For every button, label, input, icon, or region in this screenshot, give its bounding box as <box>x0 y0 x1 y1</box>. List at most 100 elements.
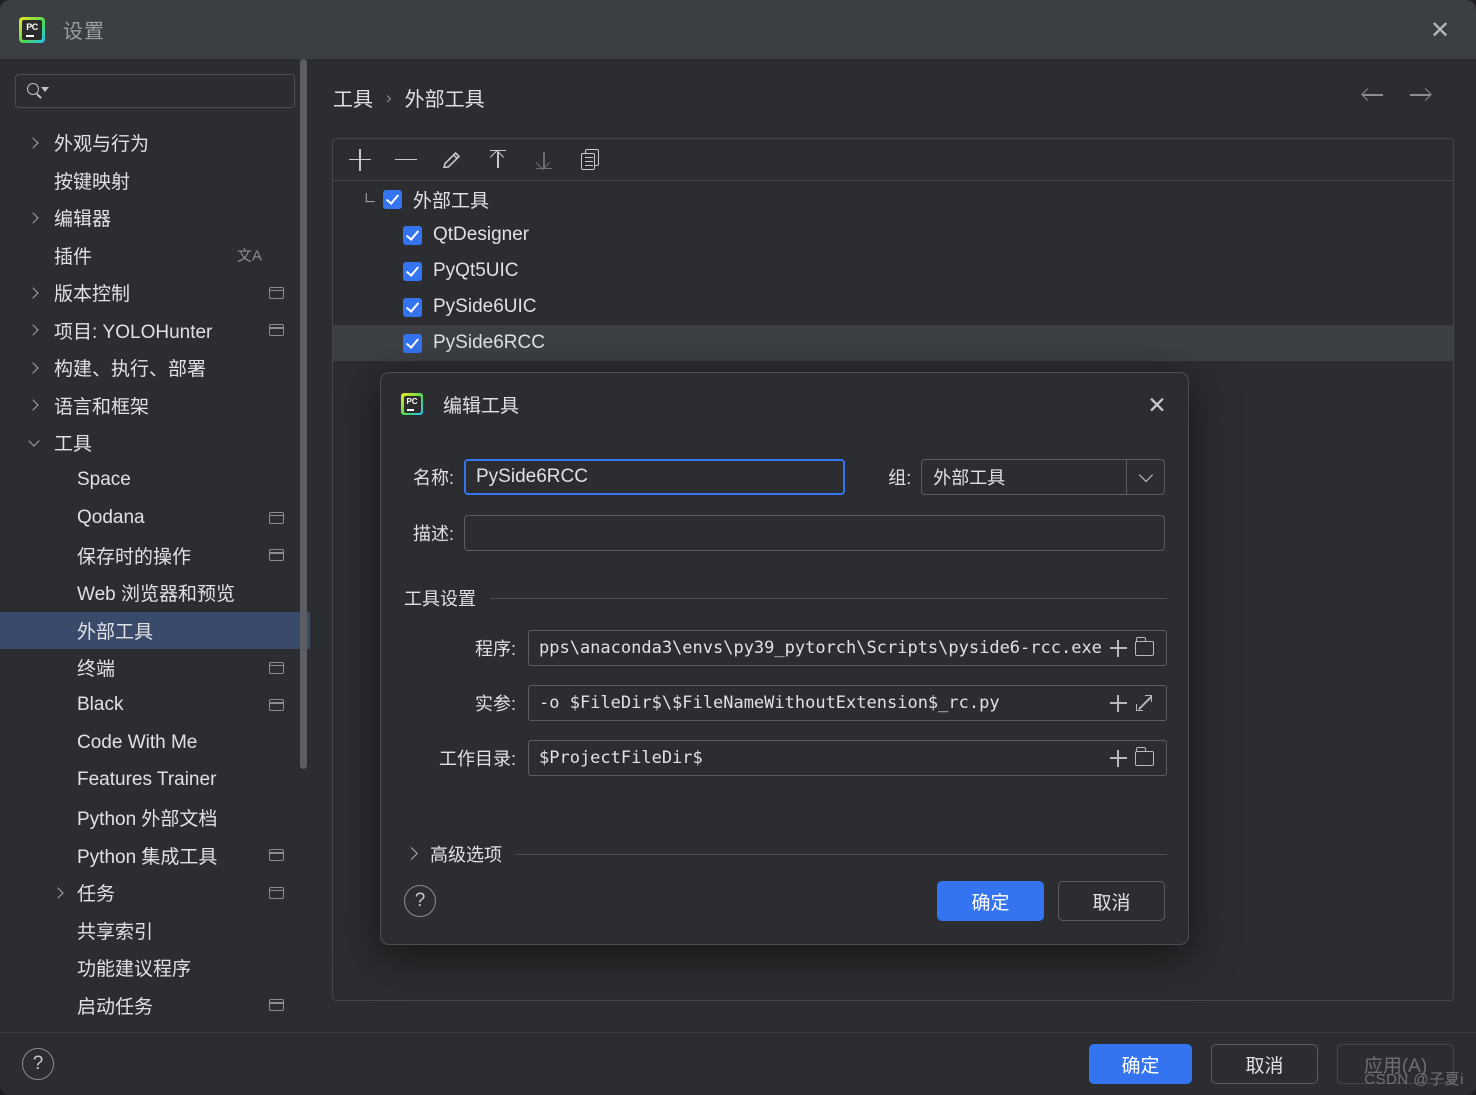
sidebar-item-13[interactable]: 外部工具 <box>0 611 310 649</box>
plus-icon <box>1109 694 1127 712</box>
tool-row-label: PySide6RCC <box>433 332 545 353</box>
help-icon[interactable]: ? <box>22 1048 54 1080</box>
project-scope-icon <box>269 849 284 862</box>
chevron-right-icon[interactable] <box>27 136 41 150</box>
dialog-ok-button[interactable]: 确定 <box>937 881 1044 921</box>
checkbox[interactable] <box>383 189 402 209</box>
sidebar-item-22[interactable]: 功能建议程序 <box>0 949 310 987</box>
chevron-right-icon[interactable] <box>27 323 41 337</box>
dialog-cancel-button[interactable]: 取消 <box>1058 881 1165 921</box>
chevron-right-icon[interactable] <box>27 398 41 412</box>
sidebar-item-7[interactable]: 语言和框架 <box>0 387 310 425</box>
sidebar-item-15[interactable]: Black <box>0 687 310 725</box>
tool-row-label: PyQt5UIC <box>433 260 519 281</box>
sidebar-item-3[interactable]: 插件 文A <box>0 237 310 275</box>
checkbox[interactable] <box>403 225 422 245</box>
project-scope-icon <box>269 661 284 674</box>
sidebar-item-20[interactable]: 任务 <box>0 874 310 912</box>
sidebar-item-4[interactable]: 版本控制 <box>0 274 310 312</box>
sidebar-item-9[interactable]: Space <box>0 462 310 500</box>
copy-icon <box>580 148 600 171</box>
sidebar-item-21[interactable]: 共享索引 <box>0 912 310 950</box>
close-icon[interactable]: ✕ <box>1143 391 1171 419</box>
sidebar-item-2[interactable]: 编辑器 <box>0 199 310 237</box>
program-field[interactable]: pps\anaconda3\envs\py39_pytorch\Scripts\… <box>528 630 1167 666</box>
project-scope-icon <box>269 286 284 299</box>
arrow-left-icon[interactable] <box>1361 84 1384 106</box>
sidebar-item-18[interactable]: Python 外部文档 <box>0 799 310 837</box>
copy-button[interactable] <box>575 145 605 175</box>
tools-tree: 外部工具 QtDesigner PyQt5UIC PySide6UIC PySide6R… <box>333 181 1453 361</box>
watermark: CSDN @子夏i <box>1364 1071 1464 1088</box>
pycharm-icon: PC <box>401 393 423 415</box>
sidebar-item-1[interactable]: 按键映射 <box>0 162 310 200</box>
sidebar-item-17[interactable]: Features Trainer <box>0 762 310 800</box>
workdir-field[interactable]: $ProjectFileDir$ <box>528 740 1167 776</box>
chevron-down-icon[interactable] <box>1126 460 1164 494</box>
insert-macro-button[interactable] <box>1105 690 1131 716</box>
tool-settings-label: 工具设置 <box>404 589 476 609</box>
sidebar-item-23[interactable]: 启动任务 <box>0 987 310 1025</box>
description-label: 描述: <box>412 524 454 544</box>
sidebar-item-5[interactable]: 项目: YOLOHunter <box>0 312 310 350</box>
chevron-right-icon[interactable] <box>27 361 41 375</box>
edit-tool-dialog: PC 编辑工具 ✕ 名称: 组: 外部工具 描述: 工具设置 程序: <box>380 372 1189 945</box>
tool-row-2[interactable]: PyQt5UIC <box>333 253 1453 289</box>
expand-editor-button[interactable] <box>1131 690 1157 716</box>
insert-macro-button[interactable] <box>1105 635 1131 661</box>
chevron-right-icon[interactable] <box>27 211 41 225</box>
checkbox[interactable] <box>403 297 422 317</box>
browse-folder-button[interactable] <box>1131 635 1157 661</box>
arrow-right-icon[interactable] <box>1409 84 1432 106</box>
checkbox[interactable] <box>403 333 422 353</box>
sidebar-item-11[interactable]: 保存时的操作 <box>0 537 310 575</box>
workdir-value: $ProjectFileDir$ <box>539 748 703 768</box>
chevron-down-icon[interactable] <box>358 186 383 211</box>
sidebar-item-19[interactable]: Python 集成工具 <box>0 837 310 875</box>
sidebar-scrollbar[interactable] <box>300 59 307 959</box>
arguments-row: 实参: -o $FileDir$\$FileNameWithoutExtensi… <box>404 685 1167 721</box>
cancel-button[interactable]: 取消 <box>1211 1044 1318 1084</box>
browse-folder-button[interactable] <box>1131 745 1157 771</box>
sidebar-item-8[interactable]: 工具 <box>0 424 310 462</box>
arrow-up-icon <box>488 149 508 171</box>
tool-row-1[interactable]: QtDesigner <box>333 217 1453 253</box>
arrow-down-icon <box>534 149 554 171</box>
tool-row-0[interactable]: 外部工具 <box>333 181 1453 217</box>
name-input[interactable] <box>464 459 846 495</box>
chevron-right-icon[interactable] <box>52 886 66 900</box>
search-box[interactable] <box>15 74 295 108</box>
breadcrumb-parent[interactable]: 工具 <box>333 83 373 112</box>
window-title: 设置 <box>63 21 105 43</box>
sidebar-item-14[interactable]: 终端 <box>0 649 310 687</box>
sidebar-item-6[interactable]: 构建、执行、部署 <box>0 349 310 387</box>
ok-button[interactable]: 确定 <box>1089 1044 1192 1084</box>
divider <box>516 853 1167 855</box>
divider <box>490 597 1167 599</box>
chevron-down-icon[interactable] <box>27 436 41 450</box>
checkbox[interactable] <box>403 261 422 281</box>
expand-icon <box>1135 694 1153 712</box>
tool-row-3[interactable]: PySide6UIC <box>333 289 1453 325</box>
remove-button[interactable] <box>391 145 421 175</box>
add-button[interactable] <box>345 145 375 175</box>
move-up-button[interactable] <box>483 145 513 175</box>
edit-button[interactable] <box>437 145 467 175</box>
chevron-right-icon[interactable] <box>27 286 41 300</box>
arguments-field[interactable]: -o $FileDir$\$FileNameWithoutExtension$_… <box>528 685 1167 721</box>
group-select[interactable]: 外部工具 <box>921 459 1165 495</box>
description-input[interactable] <box>464 515 1165 551</box>
tool-row-4[interactable]: PySide6RCC <box>333 325 1453 361</box>
program-label: 程序: <box>474 639 516 659</box>
sidebar-item-10[interactable]: Qodana <box>0 499 310 537</box>
close-icon[interactable]: ✕ <box>1426 16 1454 44</box>
insert-macro-button[interactable] <box>1105 745 1131 771</box>
sidebar-item-16[interactable]: Code With Me <box>0 724 310 762</box>
sidebar-scrollbar-thumb[interactable] <box>300 59 307 769</box>
tool-row-label: QtDesigner <box>433 224 530 245</box>
sidebar-item-12[interactable]: Web 浏览器和预览 <box>0 574 310 612</box>
folder-icon <box>1134 747 1154 766</box>
help-icon[interactable]: ? <box>404 885 436 917</box>
search-input[interactable] <box>49 82 294 100</box>
sidebar-item-0[interactable]: 外观与行为 <box>0 124 310 162</box>
